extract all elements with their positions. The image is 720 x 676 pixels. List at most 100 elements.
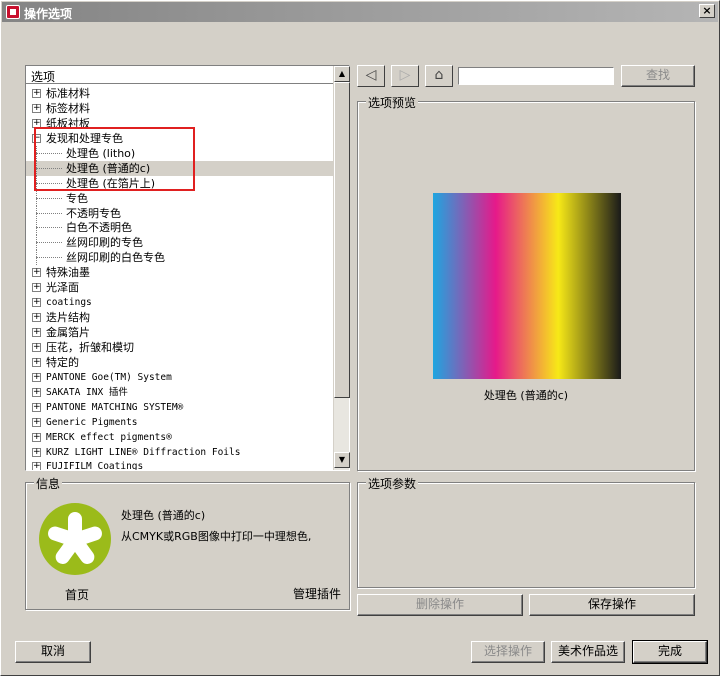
- tree-item-label: 标准材料: [46, 87, 90, 100]
- tree-child-item[interactable]: 专色: [26, 190, 333, 206]
- tree-child-item[interactable]: 白色不透明色: [26, 220, 333, 236]
- forward-arrow-icon: ▷: [399, 67, 411, 83]
- tree-item-label: 迭片结构: [46, 311, 90, 325]
- search-button[interactable]: 查找: [621, 65, 695, 87]
- tree-item-label: 特殊油墨: [46, 266, 90, 280]
- collapse-icon[interactable]: −: [32, 133, 41, 143]
- tree-parent-item[interactable]: + PANTONE Goe(TM) System: [26, 370, 333, 385]
- search-input[interactable]: [458, 67, 614, 85]
- tree-scrollbar[interactable]: ▲ ▼: [333, 66, 350, 470]
- tree-parent-item[interactable]: + coatings: [26, 295, 333, 310]
- tree-rows: + 标准材料 + 标签材料 + 纸板衬板 − 发现和处理专色 处理色 (litho) 处理色 (普…: [26, 86, 333, 470]
- tree-parent-item[interactable]: + 标签材料: [26, 101, 333, 116]
- expand-icon[interactable]: +: [32, 103, 41, 113]
- forward-button[interactable]: ▷: [391, 65, 419, 87]
- tree-item-label: 金属箔片: [46, 326, 90, 339]
- expand-icon[interactable]: +: [32, 268, 41, 278]
- scroll-thumb[interactable]: [334, 82, 350, 398]
- home-link[interactable]: 首页: [65, 586, 89, 603]
- tree-parent-item[interactable]: + KURZ LIGHT LINE® Diffraction Foils: [26, 445, 333, 460]
- back-arrow-icon: ◁: [365, 67, 377, 83]
- tree-guide-line: [36, 167, 62, 169]
- scroll-up-icon[interactable]: ▲: [334, 66, 350, 82]
- tree-parent-item[interactable]: + SAKATA INX 插件: [26, 385, 333, 400]
- tree-child-item[interactable]: 处理色 (普通的c): [26, 160, 333, 176]
- expand-icon[interactable]: +: [32, 313, 41, 323]
- tree-item-label: 丝网印刷的专色: [66, 236, 143, 250]
- expand-icon[interactable]: +: [32, 432, 41, 442]
- expand-icon[interactable]: +: [32, 447, 41, 457]
- expand-icon[interactable]: +: [32, 462, 41, 470]
- expand-icon[interactable]: +: [32, 417, 41, 427]
- tree-parent-item[interactable]: + 特殊油墨: [26, 265, 333, 280]
- select-action-button[interactable]: 选择操作: [471, 641, 545, 663]
- scroll-down-icon[interactable]: ▼: [334, 452, 350, 468]
- tree-parent-item[interactable]: + 特定的: [26, 355, 333, 370]
- tree-parent-item[interactable]: + 迭片结构: [26, 310, 333, 325]
- expand-icon[interactable]: +: [32, 89, 41, 98]
- info-legend: 信息: [34, 475, 63, 492]
- tree-child-item[interactable]: 丝网印刷的专色: [26, 235, 333, 251]
- preview-legend: 选项预览: [366, 94, 419, 111]
- tree-parent-item[interactable]: − 发现和处理专色: [26, 131, 333, 146]
- artwork-options-button[interactable]: 美术作品选: [551, 641, 625, 663]
- tree-parent-item[interactable]: + 金属箔片: [26, 325, 333, 340]
- tree-parent-item[interactable]: + 纸板衬板: [26, 116, 333, 131]
- expand-icon[interactable]: +: [32, 402, 41, 412]
- tree-guide-line: [36, 212, 62, 214]
- tree-item-label: FUJIFILM Coatings: [46, 461, 144, 470]
- tree-item-label: 处理色 (在箔片上): [66, 176, 156, 190]
- tree-parent-item[interactable]: + 压花，折皱和模切: [26, 340, 333, 355]
- home-button[interactable]: ⌂: [425, 65, 453, 87]
- back-button[interactable]: ◁: [357, 65, 385, 87]
- cancel-button[interactable]: 取消: [15, 641, 91, 663]
- tree-item-label: SAKATA INX 插件: [46, 386, 128, 398]
- tree-guide-line: [36, 197, 62, 199]
- info-title: 处理色 (普通的c): [121, 509, 206, 522]
- tree-item-label: 纸板衬板: [46, 116, 90, 130]
- tree-child-item[interactable]: 处理色 (在箔片上): [26, 175, 333, 191]
- tree-item-label: KURZ LIGHT LINE® Diffraction Foils: [46, 446, 241, 458]
- tree-item-label: 发现和处理专色: [46, 131, 123, 145]
- options-tree: 选项 + 标准材料 + 标签材料 + 纸板衬板 − 发现和处理专色 处理色 (litho) 处理色…: [25, 65, 350, 471]
- tree-parent-item[interactable]: + PANTONE MATCHING SYSTEM®: [26, 400, 333, 415]
- expand-icon[interactable]: +: [32, 357, 41, 367]
- tree-item-label: 特定的: [46, 355, 79, 369]
- color-gradient-preview: [433, 193, 621, 379]
- tree-item-label: 白色不透明色: [66, 221, 132, 235]
- tree-item-label: 处理色 (litho): [66, 146, 136, 160]
- expand-icon[interactable]: +: [32, 298, 41, 308]
- tree-guide-line: [36, 182, 62, 184]
- close-button[interactable]: ×: [699, 4, 715, 18]
- home-icon: ⌂: [434, 67, 444, 83]
- params-legend: 选项参数: [366, 475, 419, 492]
- tree-header: 选项: [26, 66, 333, 84]
- tree-parent-item[interactable]: + Generic Pigments: [26, 415, 333, 430]
- expand-icon[interactable]: +: [32, 342, 41, 352]
- tree-parent-item[interactable]: + 光泽面: [26, 280, 333, 295]
- tree-child-item[interactable]: 丝网印刷的白色专色: [26, 250, 333, 266]
- expand-icon[interactable]: +: [32, 118, 41, 128]
- expand-icon[interactable]: +: [32, 372, 41, 382]
- delete-action-button[interactable]: 删除操作: [357, 594, 523, 616]
- tree-parent-item[interactable]: + FUJIFILM Coatings: [26, 459, 333, 470]
- esko-logo-icon: [39, 503, 111, 575]
- save-action-button[interactable]: 保存操作: [529, 594, 695, 616]
- tree-item-label: 标签材料: [46, 101, 90, 115]
- done-button[interactable]: 完成: [632, 640, 708, 664]
- info-description: 从CMYK或RGB图像中打印一中理想色,: [121, 530, 312, 543]
- tree-child-item[interactable]: 不透明专色: [26, 205, 333, 221]
- expand-icon[interactable]: +: [32, 387, 41, 397]
- tree-item-label: 光泽面: [46, 281, 79, 295]
- tree-parent-item[interactable]: + 标准材料: [26, 86, 333, 101]
- params-group: 选项参数: [357, 475, 695, 588]
- window-title: 操作选项: [24, 7, 73, 21]
- tree-parent-item[interactable]: + MERCK effect pigments®: [26, 430, 333, 445]
- title-bar: 操作选项 ×: [2, 2, 718, 22]
- expand-icon[interactable]: +: [32, 328, 41, 337]
- expand-icon[interactable]: +: [32, 283, 41, 293]
- tree-item-label: 压花，折皱和模切: [46, 340, 134, 354]
- tree-item-label: PANTONE Goe(TM) System: [46, 371, 172, 383]
- manage-plugins-link[interactable]: 管理插件: [293, 585, 341, 602]
- tree-child-item[interactable]: 处理色 (litho): [26, 145, 333, 161]
